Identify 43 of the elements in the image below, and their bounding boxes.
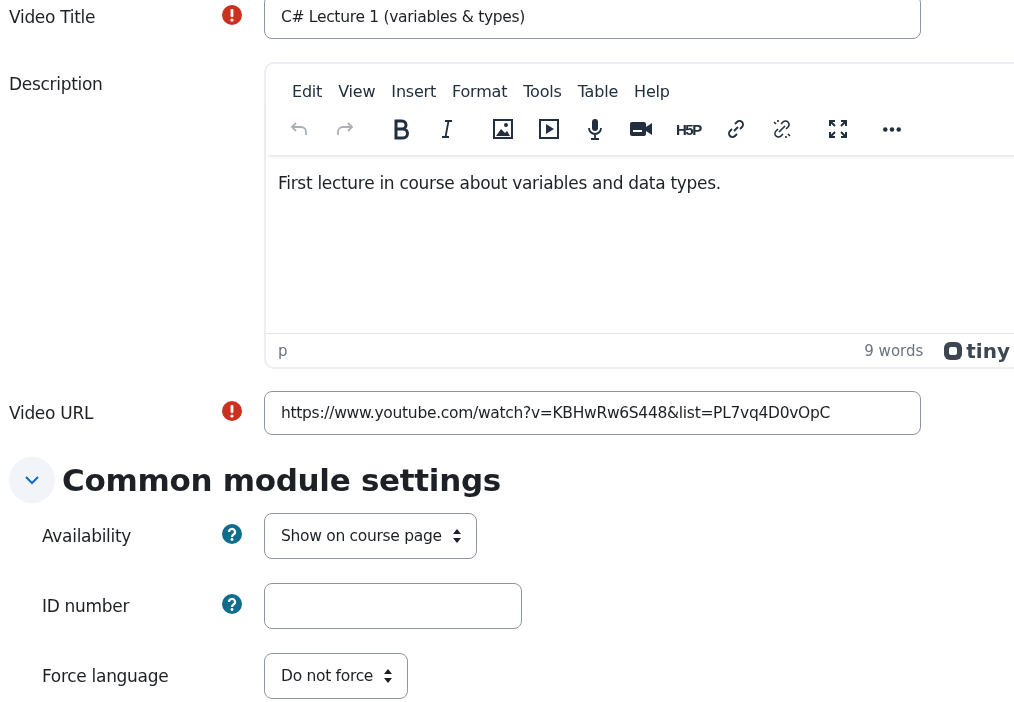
menu-item[interactable]: Insert xyxy=(383,82,445,101)
sort-arrows-icon xyxy=(383,668,394,684)
field-label: Availability xyxy=(41,526,133,546)
text-field[interactable]: C# Lecture 1 (variables & types) xyxy=(264,0,921,39)
menu-item[interactable]: Format xyxy=(444,82,516,101)
fullscreen-button[interactable] xyxy=(826,117,849,141)
text-field[interactable] xyxy=(264,583,522,629)
select-value: Do not force xyxy=(281,667,374,685)
more-icon xyxy=(882,126,901,132)
h5p-button[interactable]: H5P xyxy=(676,117,701,141)
menu-item[interactable]: Edit xyxy=(284,82,331,101)
select-field[interactable]: Show on course page xyxy=(264,513,477,559)
help-icon[interactable] xyxy=(222,594,242,614)
word-count: 9 words xyxy=(864,341,924,360)
field-label: Force language xyxy=(41,666,170,686)
menu-item[interactable]: View xyxy=(330,82,384,101)
menu-item[interactable]: Help xyxy=(626,82,678,101)
play-icon xyxy=(538,118,560,140)
image-icon xyxy=(492,118,514,140)
unlink-button[interactable] xyxy=(770,117,793,141)
select-field[interactable]: Do not force xyxy=(264,653,409,699)
field-label: Video Title xyxy=(8,7,97,27)
required-icon xyxy=(222,401,242,421)
fullscreen-icon xyxy=(826,118,849,140)
required-icon xyxy=(222,5,242,25)
logo-icon xyxy=(943,340,964,361)
menu-item[interactable]: Table xyxy=(569,82,627,101)
play-button[interactable] xyxy=(538,117,560,141)
field-label: Description xyxy=(8,74,104,94)
element-path: p xyxy=(278,341,289,360)
brand-name: tiny xyxy=(966,338,1010,363)
select-value: Show on course page xyxy=(281,527,442,545)
section-title: Common module settings xyxy=(62,462,501,498)
help-icon[interactable] xyxy=(222,524,242,544)
image-button[interactable] xyxy=(492,117,514,141)
field-label: ID number xyxy=(41,596,131,616)
editor-content[interactable]: First lecture in course about variables and data types. xyxy=(266,155,1014,333)
menu-item[interactable]: Tools xyxy=(515,82,570,101)
field-label: Video URL xyxy=(8,403,95,423)
text-field[interactable]: https://www.youtube.com/watch?v=KBHwRw6S448&list=PL7vq4D0vOpC xyxy=(264,391,921,435)
sort-arrows-icon xyxy=(451,528,462,544)
collapse-toggle[interactable] xyxy=(9,457,55,503)
unlink-icon xyxy=(770,118,793,140)
